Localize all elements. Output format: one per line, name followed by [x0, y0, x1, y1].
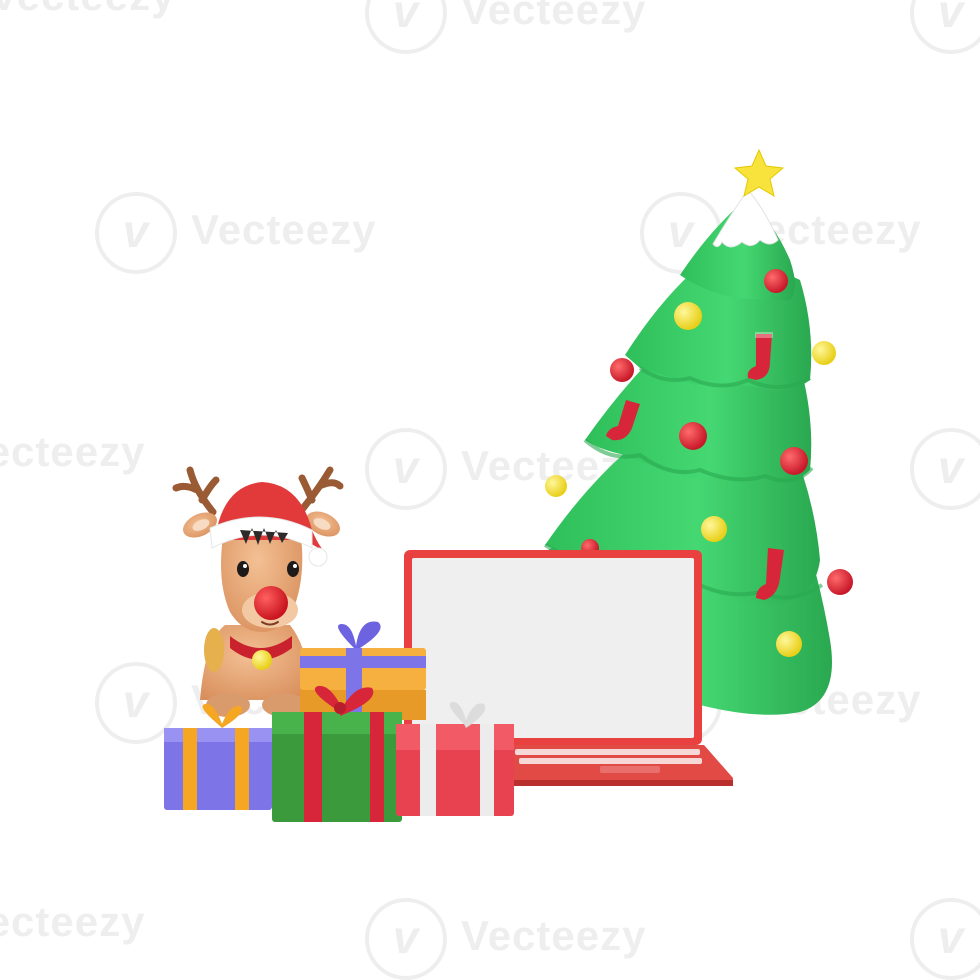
bell-icon — [252, 650, 272, 670]
eye-right — [287, 561, 299, 577]
ornament-red — [780, 447, 808, 475]
tree-snow-cap — [712, 189, 779, 248]
ornament-red — [679, 422, 707, 450]
ornament-yellow — [545, 475, 567, 497]
ornament-yellow — [776, 631, 802, 657]
ornament-yellow — [674, 302, 702, 330]
ornament-red — [610, 358, 634, 382]
hat-pompom — [308, 547, 328, 567]
bow — [338, 621, 381, 648]
eye-left — [237, 561, 249, 577]
ornament-yellow — [812, 341, 836, 365]
ornament-yellow — [701, 516, 727, 542]
star-icon — [733, 148, 785, 198]
antler-left — [172, 466, 220, 516]
ornament-red — [764, 269, 788, 293]
christmas-scene — [164, 148, 853, 822]
gift-box-blue — [164, 703, 272, 810]
reindeer-nose — [254, 586, 288, 620]
antler-right — [296, 466, 344, 516]
ornament-red — [827, 569, 853, 595]
